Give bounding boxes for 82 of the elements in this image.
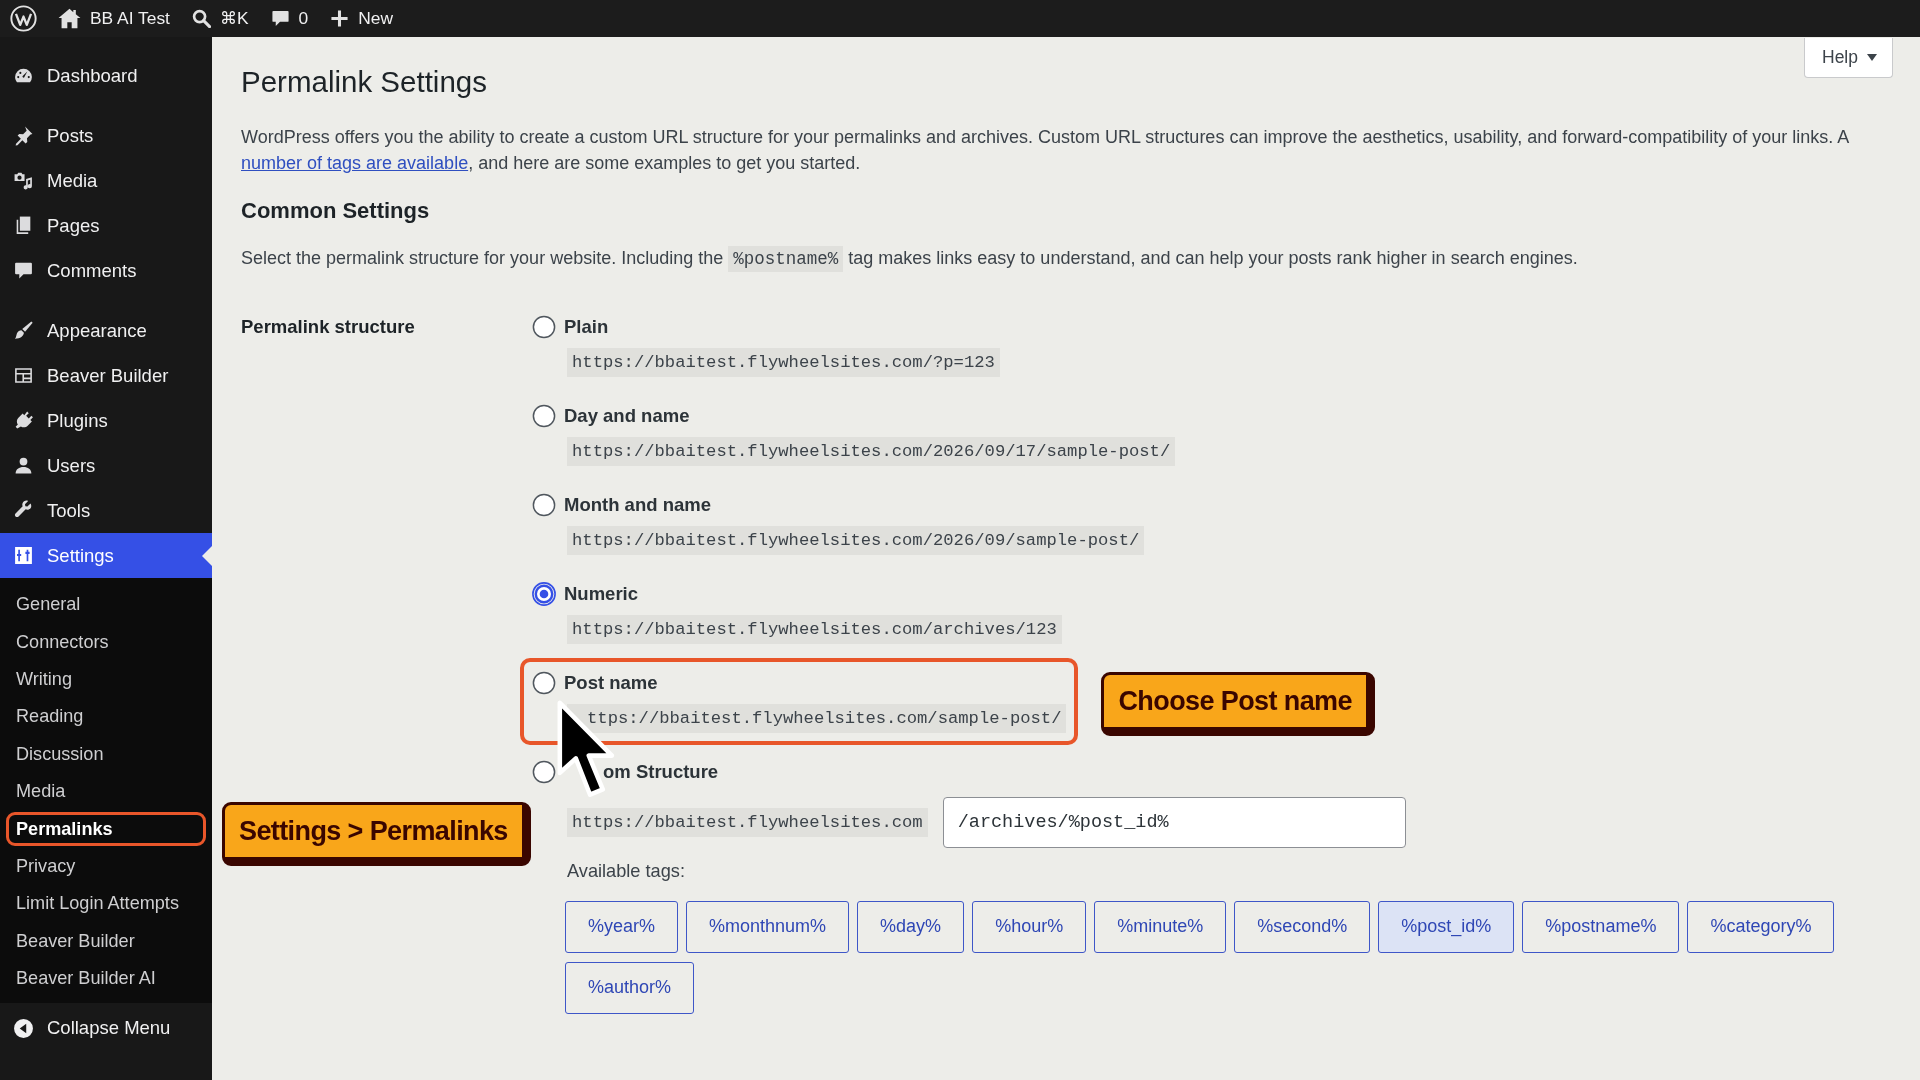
inline-code: %postname% xyxy=(728,246,844,272)
search-button[interactable]: ⌘K xyxy=(180,0,260,37)
tag-button[interactable]: %post_id% xyxy=(1378,900,1515,953)
tag-button[interactable]: %day% xyxy=(857,900,965,953)
option-label[interactable]: om Structure xyxy=(603,759,719,785)
radio-button[interactable] xyxy=(532,582,556,606)
camera-music-icon xyxy=(13,170,34,191)
sliders-icon xyxy=(13,545,34,566)
submenu-item[interactable]: Writing xyxy=(6,662,206,697)
caret-icon xyxy=(1867,54,1877,61)
submenu-item[interactable]: General xyxy=(6,588,206,622)
tag-button[interactable]: %monthnum% xyxy=(686,900,850,953)
grid-icon xyxy=(13,365,34,386)
person-icon xyxy=(13,455,34,476)
option-label[interactable]: Numeric xyxy=(564,581,639,607)
menu-item[interactable]: Dashboard xyxy=(0,53,212,98)
url-example: https://bbaitest.flywheelsites.com/archives/123 xyxy=(567,614,1062,644)
menu-item[interactable]: Settings xyxy=(0,533,212,578)
page-title: Permalink Settings xyxy=(241,64,487,100)
paintbrush-icon xyxy=(13,320,34,341)
tag-button[interactable]: %year% xyxy=(565,900,679,953)
menu-item[interactable]: Pages xyxy=(0,203,212,248)
collapse-icon xyxy=(13,1017,34,1039)
url-prefix: https://bbaitest.flywheelsites.com xyxy=(567,807,928,837)
plug-icon xyxy=(13,410,34,431)
collapse-menu-button[interactable]: Collapse Menu xyxy=(0,1005,212,1052)
menu-item[interactable]: Tools xyxy=(0,488,212,533)
radio-button[interactable] xyxy=(532,493,556,517)
menu-item[interactable]: Plugins xyxy=(0,398,212,443)
submenu-item[interactable]: Privacy xyxy=(6,849,206,884)
menu-item[interactable]: Media xyxy=(0,158,212,203)
submenu-item[interactable]: Limit Login Attempts xyxy=(6,887,206,921)
speech-bubble-icon xyxy=(13,260,34,281)
new-content-button[interactable]: New xyxy=(319,0,404,37)
menu-item[interactable]: Comments xyxy=(0,248,212,293)
submenu-item[interactable]: Media xyxy=(6,774,206,809)
radio-button[interactable] xyxy=(532,760,556,784)
tag-button[interactable]: %postname% xyxy=(1522,900,1680,953)
submenu-item[interactable]: Permalinks xyxy=(6,812,206,846)
search-icon xyxy=(191,9,211,28)
option-label[interactable]: Day and name xyxy=(564,403,690,429)
home-icon xyxy=(58,8,81,29)
callout-label: Settings > Permalinks xyxy=(222,802,531,867)
submenu-item[interactable]: Reading xyxy=(6,700,206,734)
submenu-item[interactable]: Beaver Builder xyxy=(6,924,206,958)
tags-link[interactable]: number of tags are available xyxy=(241,153,469,173)
site-name-link[interactable]: BB AI Test xyxy=(47,0,181,37)
submenu-item[interactable]: Beaver Builder AI xyxy=(6,961,206,996)
url-example: https://bbaitest.flywheelsites.com/2026/09/sample-post/ xyxy=(567,525,1145,555)
menu-item[interactable]: Appearance xyxy=(0,308,212,353)
description-text: Select the permalink structure for your website. Including the %postname% tag makes links easy to understand, and can help your posts rank higher in search engines. xyxy=(241,245,1893,272)
speech-bubble-icon xyxy=(270,9,290,28)
tag-button[interactable]: %hour% xyxy=(972,900,1087,953)
custom-structure-field[interactable]: /archives/%post_id% xyxy=(942,796,1406,848)
section-heading: Common Settings xyxy=(241,197,431,225)
option-label[interactable]: Plain xyxy=(564,314,609,340)
field-label: Permalink structure xyxy=(241,315,416,339)
submenu-item[interactable]: Connectors xyxy=(6,625,206,659)
intro-text: WordPress offers you the ability to create a custom URL structure for your permalinks and archives. Custom URL structures can improve the aesthetics, usability, and forward-compatibility of your links. A number of tags are available, and here are some examples to get you started. xyxy=(241,126,1850,175)
url-example: https://bbaitest.flywheelsites.com/2026/09/17/sample-post/ xyxy=(567,436,1176,466)
site-logo-icon[interactable] xyxy=(10,5,37,32)
radio-button[interactable] xyxy=(532,671,556,695)
pushpin-icon xyxy=(13,125,34,146)
comments-link[interactable]: 0 xyxy=(259,0,320,37)
url-example: ttps://bbaitest.flywheelsites.com/sample-post/ xyxy=(567,703,1067,733)
tag-button[interactable]: %category% xyxy=(1687,900,1835,953)
callout-label: Choose Post name xyxy=(1101,672,1375,736)
radio-button[interactable] xyxy=(532,315,556,339)
plus-icon xyxy=(330,9,350,28)
help-button[interactable]: Help xyxy=(1804,38,1893,78)
menu-item[interactable]: Users xyxy=(0,443,212,488)
option-label[interactable]: Month and name xyxy=(564,492,711,518)
menu-item[interactable]: Beaver Builder xyxy=(0,353,212,398)
option-label[interactable]: Post name xyxy=(564,670,658,696)
tag-button[interactable]: %author% xyxy=(565,961,695,1014)
tags-label: Available tags: xyxy=(567,860,685,883)
radio-button[interactable] xyxy=(532,404,556,428)
tag-button[interactable]: %minute% xyxy=(1094,900,1227,953)
tag-button[interactable]: %second% xyxy=(1234,900,1371,953)
submenu-item[interactable]: Discussion xyxy=(6,737,206,771)
url-example: https://bbaitest.flywheelsites.com/?p=123 xyxy=(567,347,1000,377)
menu-item[interactable]: Posts xyxy=(0,113,212,158)
